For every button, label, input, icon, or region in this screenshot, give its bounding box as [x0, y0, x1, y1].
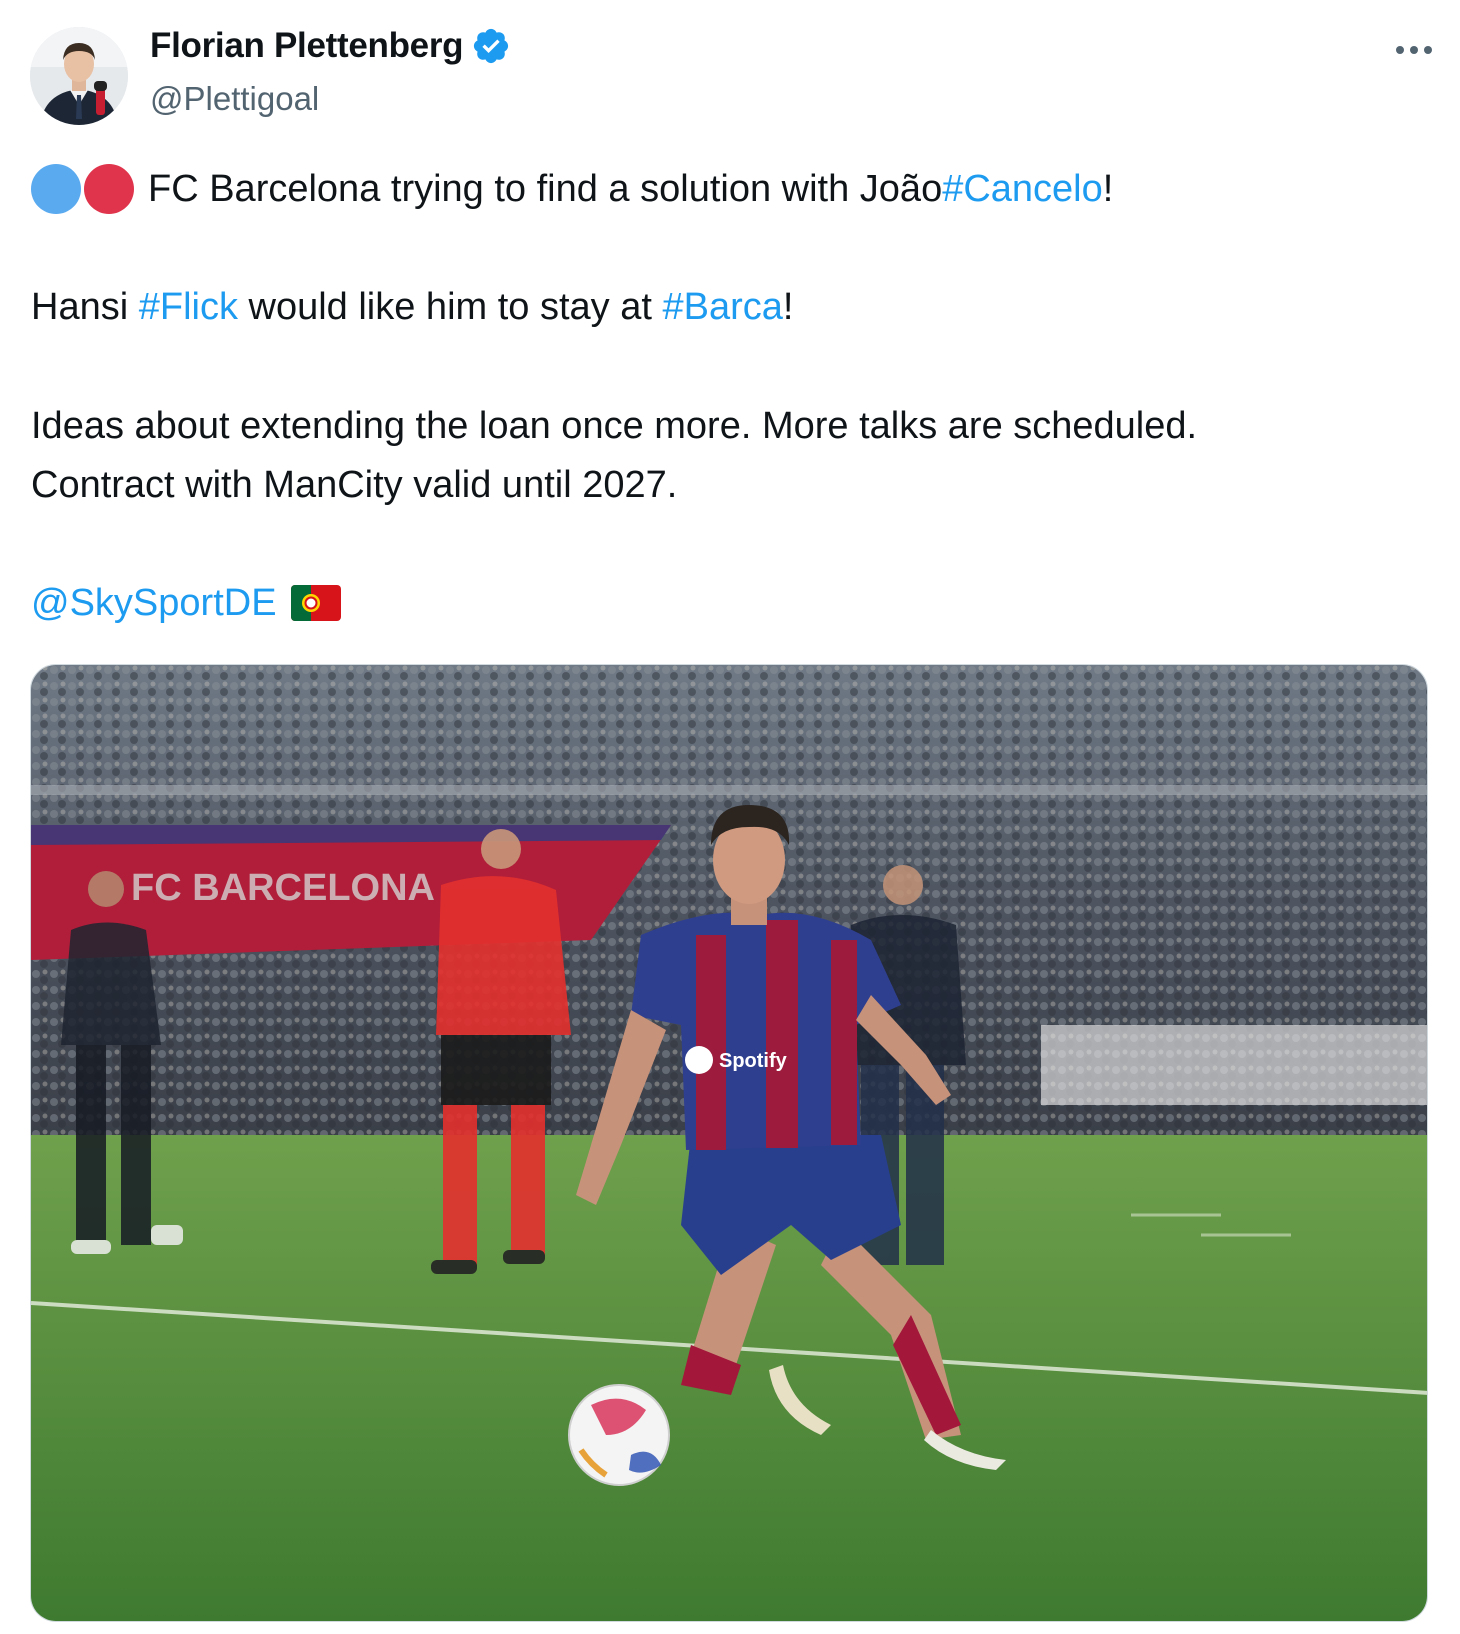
portugal-flag-icon — [290, 585, 341, 621]
svg-text:Spotify: Spotify — [719, 1050, 788, 1072]
tweet-text: ! — [1102, 168, 1114, 210]
person-avatar-icon — [30, 27, 128, 125]
display-name[interactable]: Florian Plettenberg — [150, 26, 464, 66]
red-circle-icon — [84, 164, 134, 214]
tweet-text-line-3: Ideas about extending the loan once more… — [31, 405, 1198, 447]
hashtag-flick[interactable]: #Flick — [139, 286, 238, 328]
tweet-photo[interactable]: FC BARCELONA Spotify — [30, 664, 1428, 1622]
tweet-text: Hansi — [31, 286, 139, 328]
author-name-row: Florian Plettenberg — [150, 26, 511, 66]
tweet-text-line-4: Contract with ManCity valid until 2027. — [31, 464, 678, 506]
football — [568, 1384, 670, 1486]
hashtag-barca[interactable]: #Barca — [662, 286, 782, 328]
avatar[interactable] — [30, 27, 128, 125]
tweet-text-line-2: Hansi #Flick would like him to stay at #… — [31, 277, 793, 337]
blue-circle-icon — [31, 164, 81, 214]
football-player-photo-icon: FC BARCELONA Spotify — [31, 665, 1427, 1621]
hashtag-cancelo[interactable]: #Cancelo — [942, 159, 1103, 219]
verified-badge-icon[interactable] — [471, 26, 511, 66]
tweet-card[interactable]: Florian Plettenberg @Plettigoal FC Barce… — [0, 0, 1460, 1634]
mention-skysportde[interactable]: @SkySportDE — [31, 573, 277, 633]
more-dots-icon — [1396, 46, 1432, 54]
tweet-text: would like him to stay at — [237, 286, 663, 328]
tweet-text: FC Barcelona trying to find a solution w… — [148, 168, 943, 210]
author-handle[interactable]: @Plettigoal — [150, 80, 319, 118]
tweet-text-line-5: @SkySportDE — [31, 573, 341, 633]
tweet-text-line-1: FC Barcelona trying to find a solution w… — [31, 159, 1113, 219]
more-options-button[interactable] — [1386, 28, 1442, 72]
banner-text: FC BARCELONA — [131, 867, 435, 909]
tweet-text: ! — [782, 286, 794, 328]
